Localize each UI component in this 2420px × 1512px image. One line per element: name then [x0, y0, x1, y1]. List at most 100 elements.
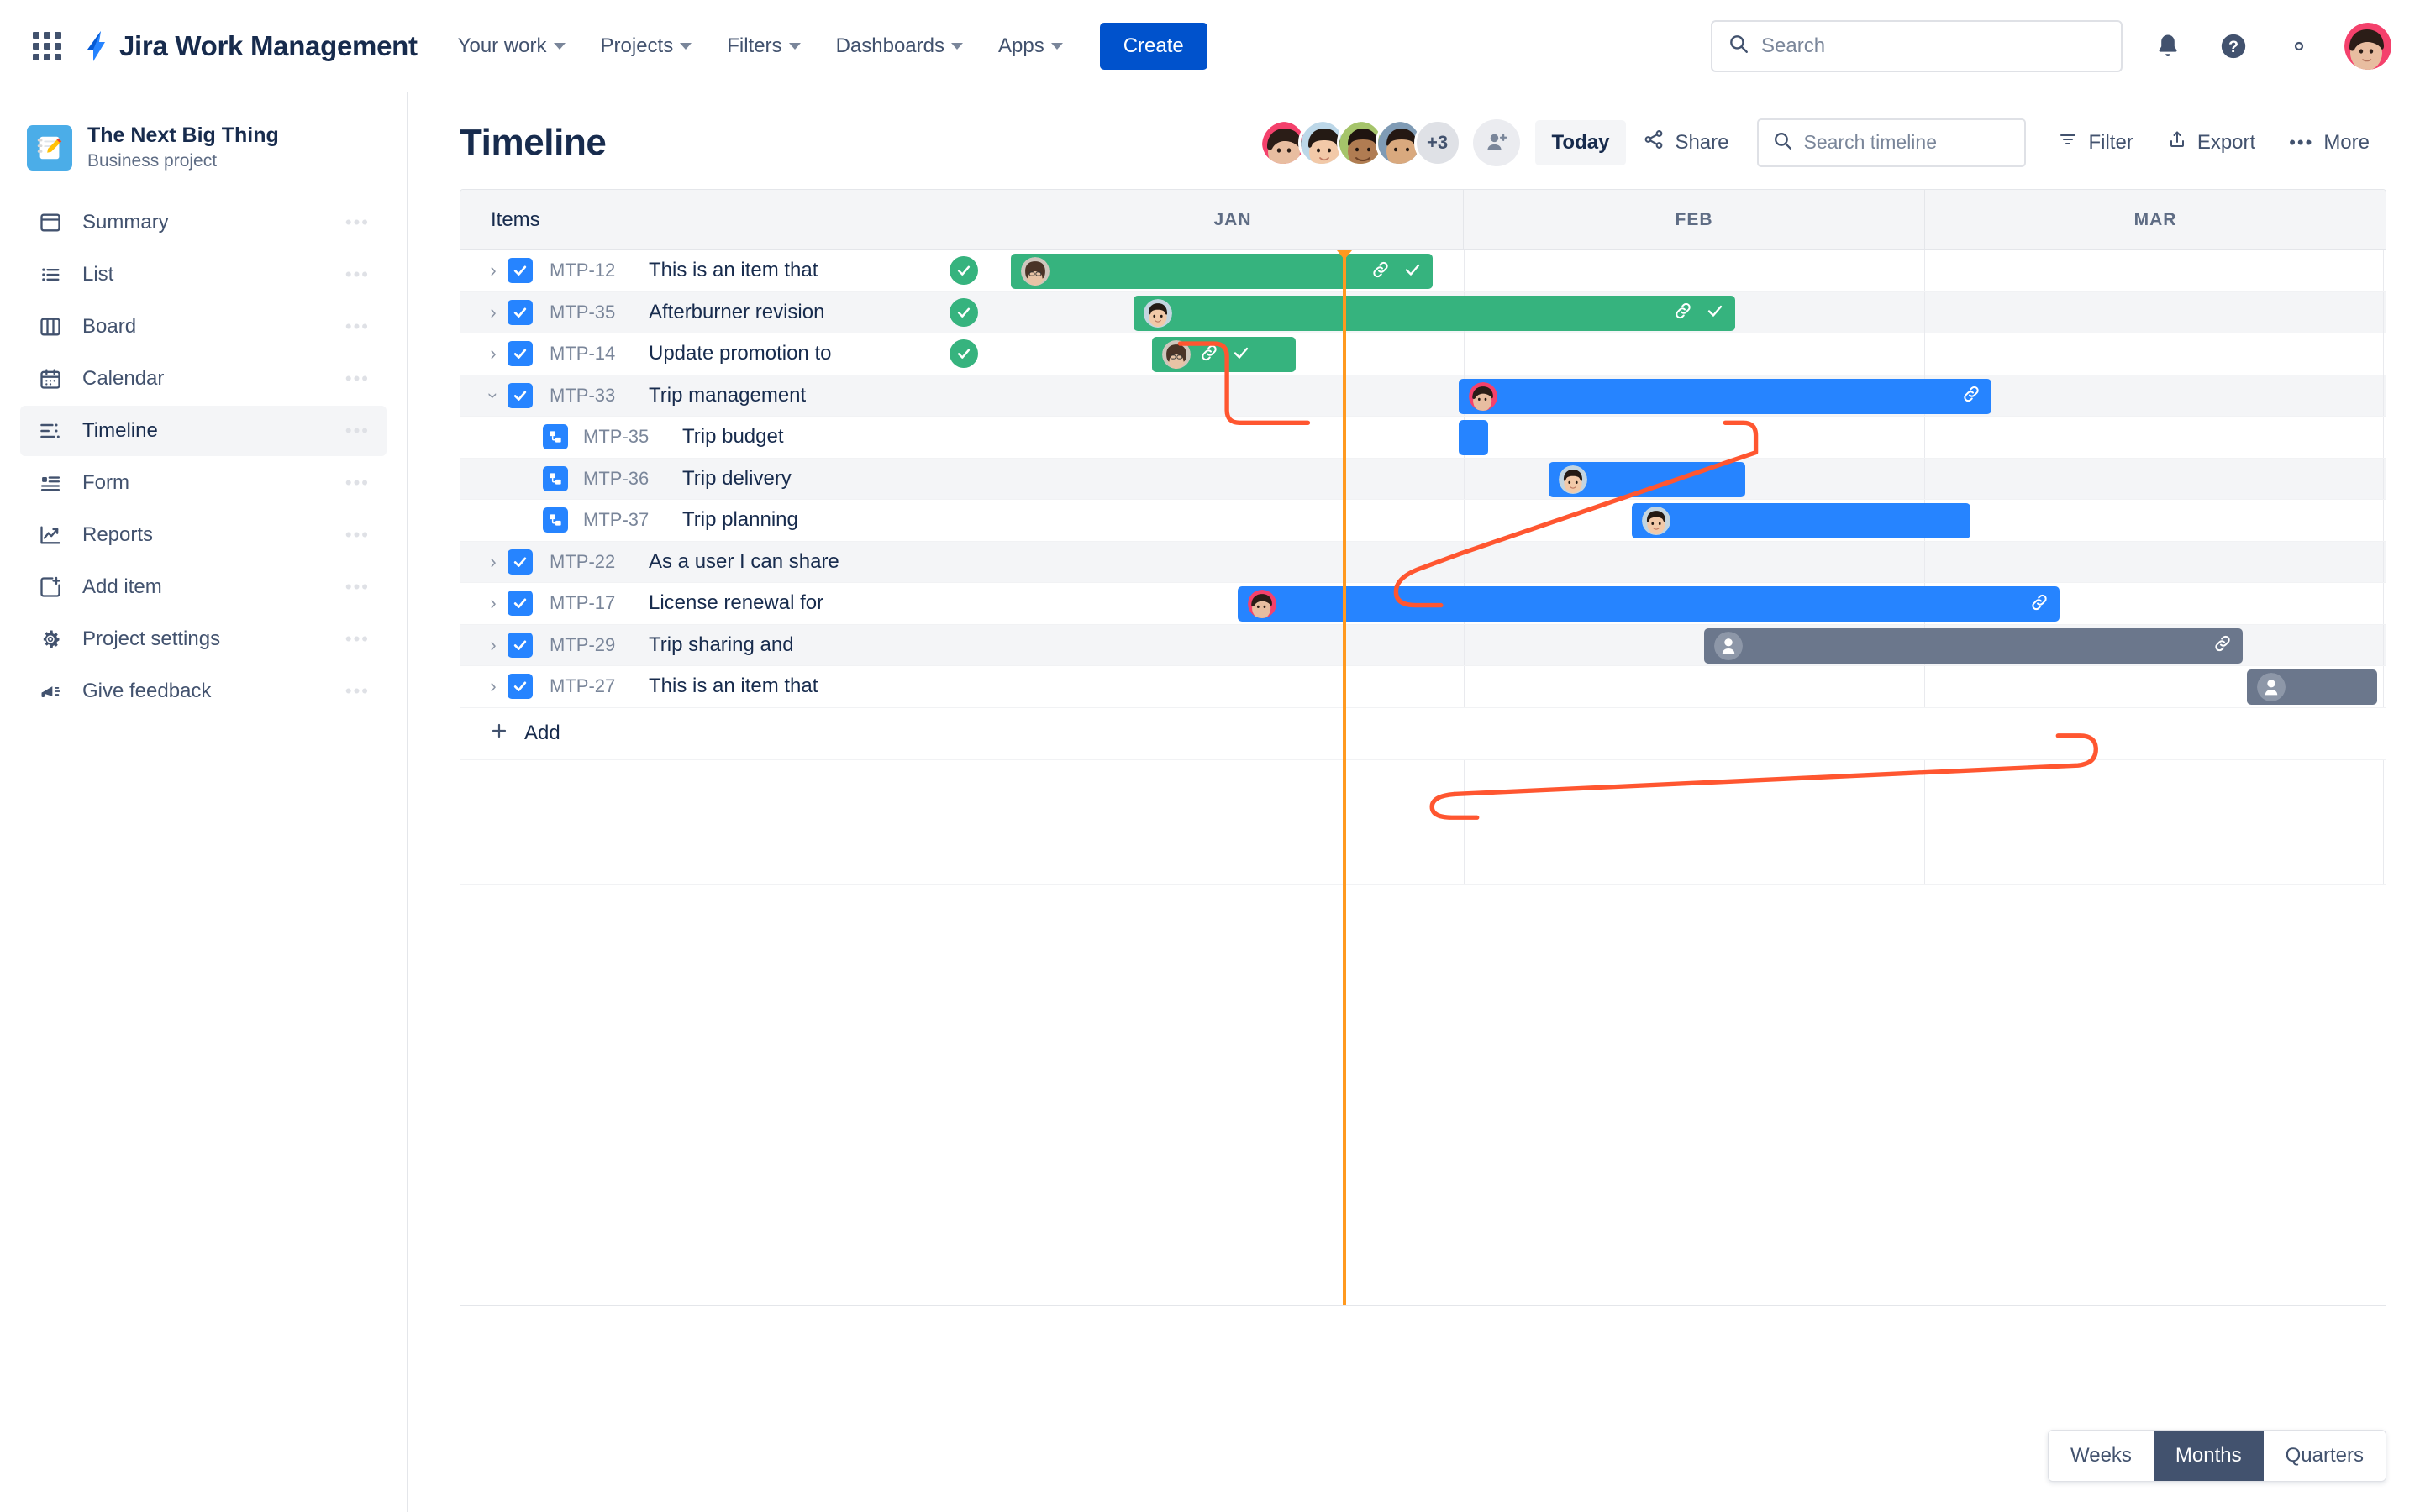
issue-summary[interactable]: Trip management: [649, 384, 806, 407]
issue-key[interactable]: MTP-35: [550, 302, 649, 323]
chevron-right-icon[interactable]: ›: [479, 634, 508, 656]
overflow-dots-icon[interactable]: •••: [345, 212, 370, 234]
timeline-search-box[interactable]: [1757, 118, 2027, 167]
chevron-right-icon[interactable]: ›: [479, 551, 508, 573]
timeline-search-input[interactable]: [1803, 131, 2012, 154]
overflow-dots-icon[interactable]: •••: [345, 420, 370, 442]
gantt-bar[interactable]: [1631, 503, 1971, 538]
issue-summary[interactable]: Trip budget: [682, 425, 784, 449]
overflow-dots-icon[interactable]: •••: [345, 316, 370, 338]
export-button[interactable]: Export: [2150, 118, 2272, 166]
overflow-dots-icon[interactable]: •••: [345, 524, 370, 546]
task-checkbox[interactable]: [508, 341, 533, 367]
gantt-bar[interactable]: [1151, 337, 1296, 372]
zoom-option-months[interactable]: Months: [2153, 1431, 2264, 1481]
issue-summary[interactable]: This is an item that: [649, 675, 818, 698]
chevron-right-icon[interactable]: ›: [479, 675, 508, 697]
avatar-overflow-count[interactable]: +3: [1413, 118, 1461, 166]
overflow-dots-icon[interactable]: •••: [345, 680, 370, 702]
issue-key[interactable]: MTP-33: [550, 385, 649, 407]
settings-gear-icon[interactable]: [2279, 26, 2319, 66]
dependency-link-icon[interactable]: [1961, 384, 1981, 408]
task-checkbox[interactable]: [508, 549, 533, 575]
overflow-dots-icon[interactable]: •••: [345, 368, 370, 390]
table-row[interactable]: › MTP-14 Update promotion to: [460, 333, 2386, 375]
issue-key[interactable]: MTP-29: [550, 634, 649, 656]
issue-summary[interactable]: Afterburner revision: [649, 301, 824, 324]
task-checkbox[interactable]: [508, 632, 533, 658]
table-row[interactable]: › MTP-27 This is an item that: [460, 666, 2386, 708]
sidebar-item-summary[interactable]: Summary •••: [20, 197, 387, 248]
member-avatar-stack[interactable]: +3: [1259, 118, 1461, 166]
table-row[interactable]: MTP-37 Trip planning: [460, 500, 2386, 542]
sidebar-item-form[interactable]: Form •••: [20, 458, 387, 508]
project-header[interactable]: The Next Big Thing Business project: [20, 111, 387, 197]
issue-summary[interactable]: License renewal for: [649, 591, 823, 615]
dependency-link-icon[interactable]: [1199, 343, 1219, 367]
nav-apps[interactable]: Apps: [998, 34, 1063, 58]
issue-key[interactable]: MTP-35: [583, 426, 682, 448]
chevron-right-icon[interactable]: ›: [479, 592, 508, 614]
more-button[interactable]: ••• More: [2272, 120, 2386, 165]
sidebar-item-reports[interactable]: Reports •••: [20, 510, 387, 560]
table-row[interactable]: › MTP-33 Trip management: [460, 375, 2386, 417]
sidebar-item-timeline[interactable]: Timeline •••: [20, 405, 387, 456]
chevron-right-icon[interactable]: ›: [479, 343, 508, 365]
chevron-right-icon[interactable]: ›: [479, 302, 508, 323]
gantt-bar[interactable]: [1459, 378, 1991, 414]
issue-key[interactable]: MTP-14: [550, 343, 649, 365]
overflow-dots-icon[interactable]: •••: [345, 628, 370, 650]
chevron-down-icon[interactable]: ›: [482, 381, 504, 410]
sidebar-item-list[interactable]: List •••: [20, 249, 387, 300]
dependency-link-icon[interactable]: [1673, 301, 1693, 325]
help-question-icon[interactable]: ?: [2213, 26, 2254, 66]
add-item-row[interactable]: Add: [460, 707, 2386, 760]
task-checkbox[interactable]: [508, 674, 533, 700]
add-person-icon[interactable]: [1472, 118, 1520, 166]
sidebar-item-board[interactable]: Board •••: [20, 302, 387, 352]
add-item-button[interactable]: Add: [479, 721, 560, 747]
dependency-link-icon[interactable]: [1370, 260, 1391, 284]
issue-key[interactable]: MTP-22: [550, 551, 649, 573]
jira-brand-home-link[interactable]: Jira Work Management: [79, 29, 418, 63]
share-button[interactable]: Share: [1626, 118, 1745, 167]
issue-summary[interactable]: Trip sharing and: [649, 633, 794, 657]
issue-summary[interactable]: As a user I can share: [649, 550, 839, 574]
nav-dashboards[interactable]: Dashboards: [836, 34, 963, 58]
table-row[interactable]: MTP-36 Trip delivery: [460, 458, 2386, 500]
overflow-dots-icon[interactable]: •••: [345, 576, 370, 598]
table-row[interactable]: › MTP-12 This is an item that: [460, 250, 2386, 292]
overflow-dots-icon[interactable]: •••: [345, 264, 370, 286]
sidebar-item-project-settings[interactable]: Project settings •••: [20, 614, 387, 664]
table-row[interactable]: › MTP-17 License renewal for: [460, 583, 2386, 625]
issue-key[interactable]: MTP-37: [583, 509, 682, 531]
task-checkbox[interactable]: [508, 299, 533, 325]
gantt-bar[interactable]: [1549, 461, 1745, 497]
app-switcher-icon[interactable]: [29, 28, 66, 65]
zoom-option-quarters[interactable]: Quarters: [2263, 1431, 2386, 1481]
global-search-box[interactable]: [1711, 19, 2123, 72]
user-avatar[interactable]: [2344, 22, 2391, 70]
issue-summary[interactable]: Trip delivery: [682, 467, 792, 491]
chevron-right-icon[interactable]: ›: [479, 260, 508, 281]
nav-your-work[interactable]: Your work: [458, 34, 566, 58]
table-row[interactable]: › MTP-22 As a user I can share: [460, 541, 2386, 583]
create-button[interactable]: Create: [1099, 22, 1207, 70]
nav-filters[interactable]: Filters: [727, 34, 801, 58]
nav-projects[interactable]: Projects: [601, 34, 692, 58]
issue-key[interactable]: MTP-12: [550, 260, 649, 281]
sidebar-item-calendar[interactable]: Calendar •••: [20, 354, 387, 404]
task-checkbox[interactable]: [508, 382, 533, 408]
dependency-link-icon[interactable]: [2029, 592, 2049, 617]
gantt-bar[interactable]: [1134, 295, 1736, 331]
table-row[interactable]: › MTP-29 Trip sharing and: [460, 624, 2386, 666]
filter-button[interactable]: Filter: [2041, 118, 2149, 166]
dependency-link-icon[interactable]: [2212, 633, 2233, 658]
gantt-bar[interactable]: [1237, 586, 2060, 622]
gantt-bar[interactable]: [1703, 627, 2244, 664]
notifications-bell-icon[interactable]: [2148, 26, 2188, 66]
issue-summary[interactable]: Update promotion to: [649, 342, 831, 365]
gantt-bar[interactable]: [1010, 254, 1433, 289]
table-row[interactable]: › MTP-35 Afterburner revision: [460, 291, 2386, 333]
issue-key[interactable]: MTP-27: [550, 675, 649, 697]
